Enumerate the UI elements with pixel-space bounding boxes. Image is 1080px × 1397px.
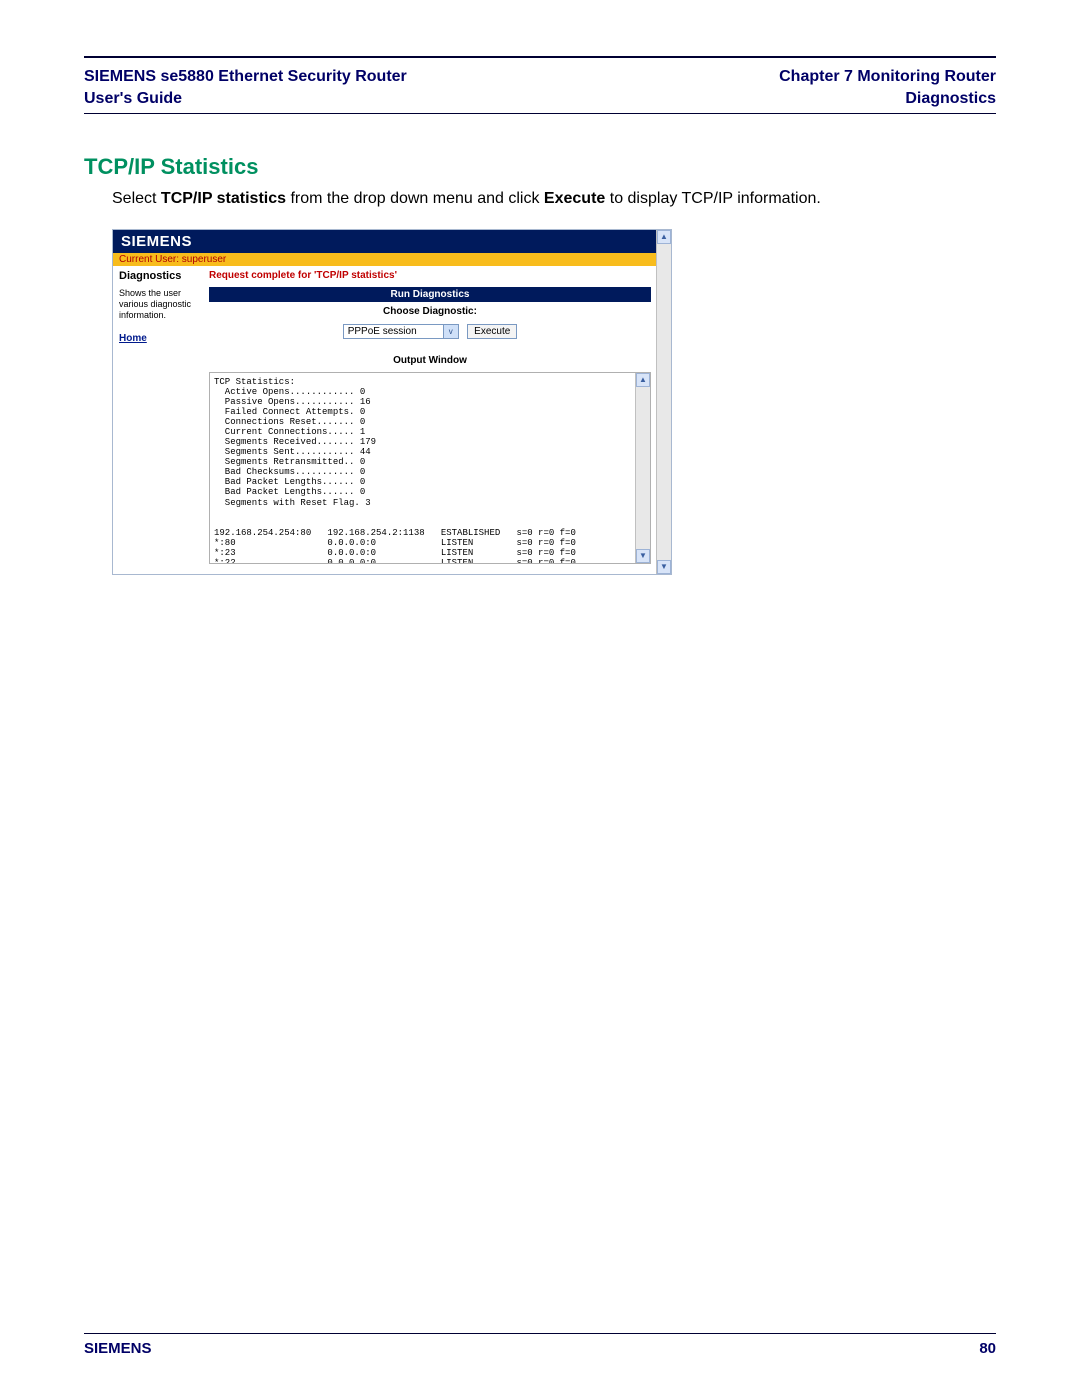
page-number: 80: [979, 1340, 996, 1357]
chevron-down-icon: v: [443, 325, 458, 338]
scroll-down-icon[interactable]: ▼: [636, 549, 650, 563]
doc-subtitle: User's Guide: [84, 88, 407, 110]
execute-button[interactable]: Execute: [467, 324, 517, 339]
output-scrollbar[interactable]: ▲ ▼: [635, 373, 650, 563]
section-intro: Select TCP/IP statistics from the drop d…: [112, 188, 996, 210]
home-link[interactable]: Home: [119, 333, 197, 344]
scroll-up-icon[interactable]: ▲: [636, 373, 650, 387]
output-window: ▲ ▼ TCP Statistics: Active Opens........…: [209, 372, 651, 564]
page-header: SIEMENS se5880 Ethernet Security Router …: [84, 60, 996, 113]
footer-brand: SIEMENS: [84, 1340, 152, 1357]
brand-bar: SIEMENS: [113, 230, 657, 253]
diagnostic-select-value: PPPoE session: [348, 326, 417, 337]
scroll-down-icon[interactable]: ▼: [657, 560, 671, 574]
chapter-title: Chapter 7 Monitoring Router: [779, 66, 996, 88]
choose-label: Choose Diagnostic:: [209, 302, 651, 323]
status-message: Request complete for 'TCP/IP statistics': [209, 270, 651, 281]
diagnostic-select[interactable]: PPPoE session v: [343, 324, 459, 339]
chapter-subtitle: Diagnostics: [779, 88, 996, 110]
doc-title: SIEMENS se5880 Ethernet Security Router: [84, 66, 407, 88]
current-user-bar: Current User: superuser: [113, 253, 657, 266]
run-diagnostics-bar: Run Diagnostics: [209, 287, 651, 302]
output-text: TCP Statistics: Active Opens............…: [210, 373, 650, 564]
sidebar: Diagnostics Shows the user various diagn…: [113, 266, 203, 574]
output-window-title: Output Window: [209, 351, 651, 372]
sidebar-desc: Shows the user various diagnostic inform…: [119, 288, 197, 322]
section-heading: TCP/IP Statistics: [84, 154, 996, 180]
page-footer: SIEMENS 80: [84, 1334, 996, 1357]
scroll-up-icon[interactable]: ▲: [657, 230, 671, 244]
sidebar-title: Diagnostics: [119, 270, 197, 282]
outer-scrollbar[interactable]: ▲ ▼: [656, 230, 671, 574]
embedded-screenshot: ▲ ▼ SIEMENS Current User: superuser Diag…: [112, 229, 672, 575]
